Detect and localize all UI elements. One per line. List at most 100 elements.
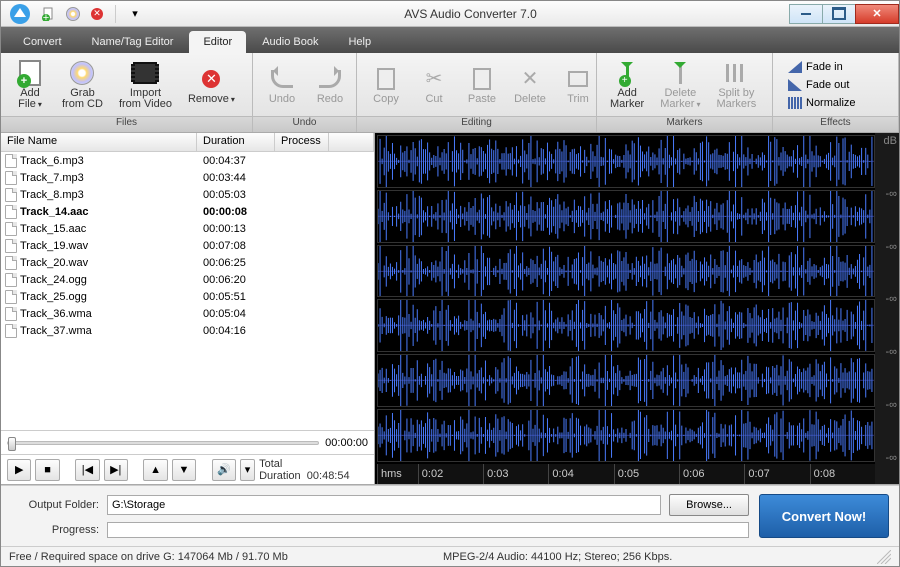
seek-time: 00:00:00 [325,437,368,449]
minimize-button[interactable] [789,4,823,24]
group-label-markers: Markers [597,116,772,132]
grab-from-cd-button[interactable]: Grab from CD [55,56,110,114]
file-row[interactable]: Track_15.aac00:00:13 [1,220,374,237]
titlebar: + ✕ ▾ AVS Audio Converter 7.0 [1,1,899,27]
file-icon [5,307,17,321]
copy-icon [372,65,400,93]
add-marker-button[interactable]: Add Marker [603,56,651,114]
add-marker-icon [613,59,641,87]
copy-button[interactable]: Copy [363,56,409,114]
move-down-button[interactable]: ▼ [172,459,196,481]
waveform-channel[interactable] [377,245,875,298]
trim-button[interactable]: Trim [555,56,601,114]
waveform-channel[interactable] [377,299,875,352]
file-row[interactable]: Track_37.wma00:04:16 [1,322,374,339]
waveform-channel[interactable] [377,135,875,188]
move-up-button[interactable]: ▲ [143,459,167,481]
file-icon [5,290,17,304]
total-duration: 00:48:54 [307,470,350,482]
qat-remove-button[interactable]: ✕ [87,5,107,23]
file-duration: 00:03:44 [197,172,275,184]
fade-in-button[interactable]: Fade in [783,58,861,76]
paste-button[interactable]: Paste [459,56,505,114]
close-button[interactable] [855,4,899,24]
tab-help[interactable]: Help [334,31,385,53]
file-row[interactable]: Track_6.mp3 00:04:37 [1,152,374,169]
file-name: Track_19.wav [20,240,88,252]
bottom-panel: Output Folder: Browse... Progress: Conve… [1,485,899,546]
tab-name-tag-editor[interactable]: Name/Tag Editor [78,31,188,53]
file-icon [5,222,17,236]
col-extra[interactable] [329,133,374,151]
col-filename[interactable]: File Name [1,133,197,151]
file-duration: 00:07:08 [197,240,275,252]
split-by-markers-button[interactable]: Split by Markers [709,56,763,114]
seek-slider[interactable] [7,441,319,445]
file-row[interactable]: Track_24.ogg00:06:20 [1,271,374,288]
tab-convert[interactable]: Convert [9,31,76,53]
waveform-channel[interactable] [377,190,875,243]
delete-button[interactable]: ✕Delete [507,56,553,114]
resize-grip-icon[interactable] [877,550,891,564]
col-process[interactable]: Process [275,133,329,151]
file-icon [5,171,17,185]
file-duration: 00:04:37 [197,155,275,167]
next-track-button[interactable]: ▶| [104,459,128,481]
qat-customize-button[interactable]: ▾ [125,5,145,23]
tab-audio-book[interactable]: Audio Book [248,31,332,53]
cut-button[interactable]: ✂Cut [411,56,457,114]
waveform-channel[interactable] [377,409,875,462]
page-plus-icon: + [16,59,44,87]
redo-button[interactable]: Redo [307,56,353,114]
convert-now-button[interactable]: Convert Now! [759,494,889,538]
file-row[interactable]: Track_25.ogg00:05:51 [1,288,374,305]
qat-grab-cd-button[interactable] [63,5,83,23]
file-row[interactable]: Track_36.wma00:05:04 [1,305,374,322]
normalize-button[interactable]: Normalize [783,94,861,112]
delete-marker-button[interactable]: Delete Marker [653,56,707,114]
waveform-panel: dB -∞-∞-∞-∞-∞-∞ hms 0:020:030:040:050:06… [375,133,899,484]
file-name: Track_36.wma [20,308,92,320]
paste-icon [468,65,496,93]
file-row[interactable]: Track_20.wav 00:06:25 [1,254,374,271]
tab-editor[interactable]: Editor [189,31,246,53]
volume-menu-button[interactable]: ▾ [240,459,255,481]
group-label-undo: Undo [253,116,356,132]
file-duration: 00:06:25 [197,257,275,269]
file-icon [5,205,17,219]
qat-add-file-button[interactable]: + [39,5,59,23]
maximize-button[interactable] [822,4,856,24]
output-folder-input[interactable] [107,495,661,515]
file-name: Track_20.wav [20,257,88,269]
file-icon [5,256,17,270]
status-audio-info: MPEG-2/4 Audio: 44100 Hz; Stereo; 256 Kb… [443,551,877,563]
file-row[interactable]: Track_8.mp300:05:03 [1,186,374,203]
file-row[interactable]: Track_14.aac00:00:08 [1,203,374,220]
file-row[interactable]: Track_19.wav 00:07:08 [1,237,374,254]
time-ruler: hms 0:020:030:040:050:060:070:08 [377,464,875,484]
browse-button[interactable]: Browse... [669,494,749,516]
fade-out-button[interactable]: Fade out [783,76,861,94]
film-icon [131,59,159,87]
split-icon [722,59,750,87]
play-button[interactable]: ▶ [7,459,31,481]
col-duration[interactable]: Duration [197,133,275,151]
normalize-icon [788,97,802,109]
volume-button[interactable]: 🔊 [212,459,236,481]
file-name: Track_6.mp3 [20,155,84,167]
undo-button[interactable]: Undo [259,56,305,114]
import-from-video-button[interactable]: Import from Video [112,56,179,114]
prev-track-button[interactable]: |◀ [75,459,99,481]
file-duration: 00:00:08 [197,206,275,218]
add-file-button[interactable]: +Add File [7,56,53,114]
file-duration: 00:04:16 [197,325,275,337]
file-row[interactable]: Track_7.mp300:03:44 [1,169,374,186]
trim-icon [564,65,592,93]
remove-button[interactable]: ✕Remove [181,56,242,114]
stop-button[interactable]: ■ [35,459,59,481]
fade-in-icon [788,61,802,73]
waveform-channel[interactable] [377,354,875,407]
seek-thumb[interactable] [8,437,16,451]
delete-marker-icon [666,59,694,87]
file-duration: 00:05:51 [197,291,275,303]
